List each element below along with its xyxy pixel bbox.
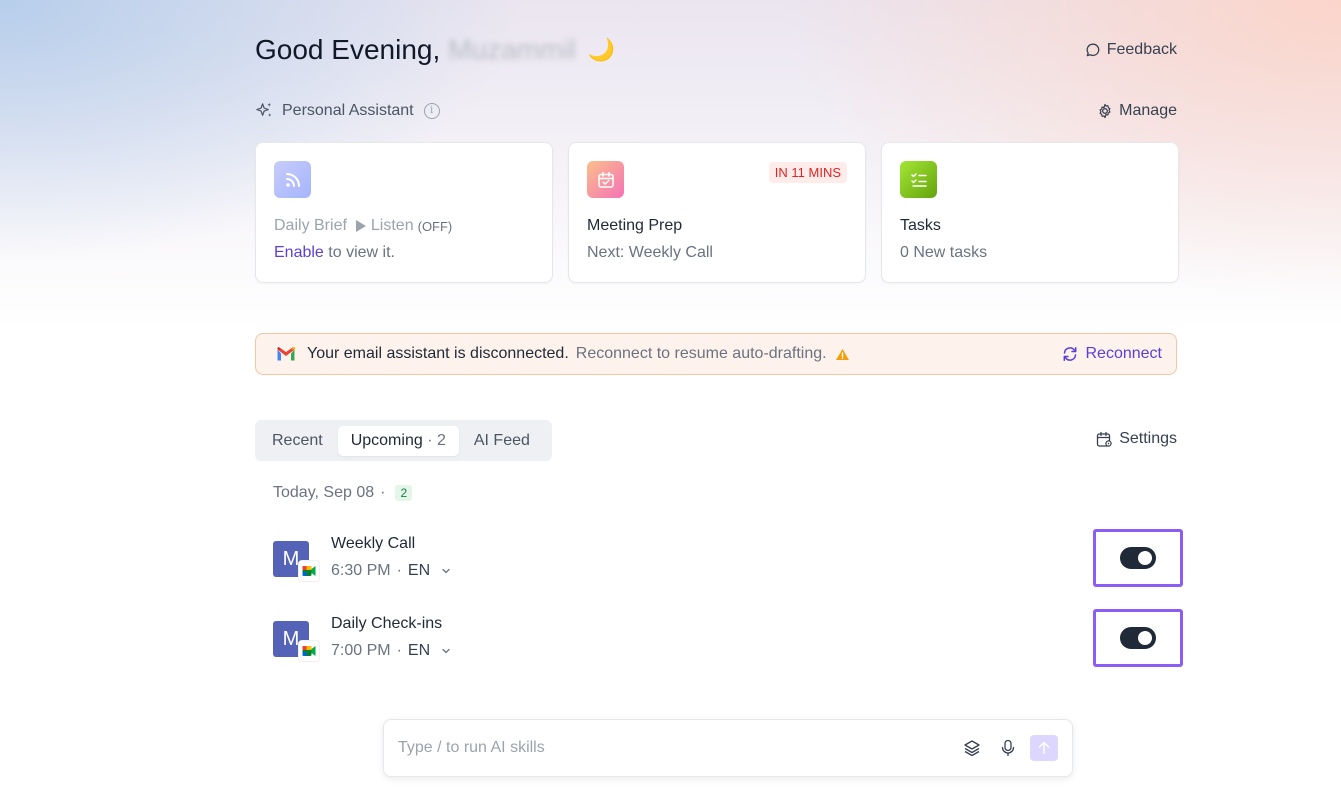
meeting-meta: 6:30 PM · EN [331,562,452,580]
arrow-up-icon [1038,741,1050,755]
tasks-title: Tasks [900,217,941,234]
moon-icon: 🌙 [587,37,616,62]
tab-upcoming-label: Upcoming [350,431,423,449]
feedback-button[interactable]: Feedback [1085,41,1177,59]
meeting-meta: 7:00 PM · EN [331,642,452,660]
meeting-prep-card[interactable]: IN 11 MINS Meeting Prep Next: Weekly Cal… [568,142,866,283]
language-selector[interactable]: EN [408,642,430,660]
time-until-badge: IN 11 MINS [768,162,847,183]
google-meet-icon [299,641,319,661]
listen-state: (OFF) [417,218,453,234]
chevron-down-icon[interactable] [440,565,452,577]
meeting-prep-title: Meeting Prep [587,217,683,234]
manage-button[interactable]: Manage [1097,102,1177,120]
user-name-blurred: Muzammil [448,34,576,65]
email-disconnected-alert: Your email assistant is disconnected. Re… [255,333,1177,375]
warning-icon [835,348,849,360]
daily-brief-title-row: Daily Brief Listen (OFF) [274,217,452,235]
alert-light-text: Reconnect to resume auto-drafting. [575,345,827,362]
google-meet-icon [299,561,319,581]
rss-icon [274,161,311,198]
feedback-label: Feedback [1106,41,1177,58]
play-icon [355,220,366,232]
chevron-down-icon[interactable] [440,645,452,657]
enable-link[interactable]: Enable [274,244,324,261]
ai-composer [383,719,1073,777]
toggle-highlight [1093,529,1183,587]
alert-strong-text: Your email assistant is disconnected. [307,345,569,362]
greeting-heading: Good Evening, Muzammil 🌙 [255,34,615,66]
daily-brief-card[interactable]: Daily Brief Listen (OFF) Enable to view … [255,142,553,283]
chat-bubble-icon [1086,43,1100,57]
info-icon[interactable]: i [423,102,440,119]
language-selector[interactable]: EN [408,562,430,580]
calendar-settings-icon [1097,431,1112,447]
meeting-title: Weekly Call [331,535,416,552]
refresh-icon [1063,347,1076,361]
meetings-tabs: Recent Upcoming · 2 AI Feed [255,420,552,461]
sparkles-icon [256,102,272,117]
meeting-prep-subtitle: Next: Weekly Call [587,244,713,261]
calendar-settings-button[interactable]: Settings [1096,430,1177,448]
ai-skills-input[interactable] [398,739,950,757]
meeting-time: 7:00 PM [331,642,391,659]
tab-recent[interactable]: Recent [259,426,336,456]
send-button[interactable] [1030,735,1058,761]
gear-icon [1099,103,1111,119]
listen-button[interactable]: Listen (OFF) [355,217,452,235]
microphone-icon [1001,739,1015,757]
date-label: Today, Sep 08 [273,484,375,501]
tab-ai-feed[interactable]: AI Feed [461,426,543,456]
toggle-highlight [1093,609,1183,667]
tasks-card[interactable]: Tasks 0 New tasks [881,142,1179,283]
meeting-row[interactable]: M Daily Check-ins 7:00 PM · EN [273,609,1183,669]
meeting-title: Daily Check-ins [331,615,443,632]
main-content: Good Evening, Muzammil 🌙 Feedback Person… [255,0,1183,795]
meta-dot: · [396,642,402,659]
tab-upcoming[interactable]: Upcoming · 2 [337,425,459,456]
meta-dot: · [396,562,402,579]
personal-assistant-header: Personal Assistant i [255,101,440,120]
recording-toggle[interactable] [1120,627,1156,649]
tab-upcoming-count: · 2 [427,431,446,449]
layers-icon [964,740,980,757]
microphone-button[interactable] [994,734,1022,762]
listen-label: Listen [370,217,414,234]
calendar-check-icon [587,161,624,198]
date-group-header: Today, Sep 08 · 2 [273,484,413,502]
gmail-icon [277,347,296,361]
personal-assistant-label: Personal Assistant [282,101,414,119]
reconnect-label: Reconnect [1085,345,1163,362]
daily-brief-title: Daily Brief [274,217,347,234]
daily-brief-subtitle: Enable to view it. [274,244,395,262]
meeting-time: 6:30 PM [331,562,391,579]
meeting-row[interactable]: M Weekly Call 6:30 PM · EN [273,529,1183,589]
reconnect-button[interactable]: Reconnect [1061,345,1163,363]
toggle-knob [1138,631,1152,645]
toggle-knob [1138,551,1152,565]
date-separator: · [380,484,386,501]
manage-label: Manage [1119,102,1177,119]
enable-rest-text: to view it. [328,244,395,261]
layers-button[interactable] [958,734,986,762]
meeting-count-badge: 2 [395,485,413,501]
tasks-subtitle: 0 New tasks [900,244,988,261]
greeting-text: Good Evening, [255,34,441,65]
assistant-cards: Daily Brief Listen (OFF) Enable to view … [255,142,1179,283]
settings-label: Settings [1119,430,1177,447]
recording-toggle[interactable] [1120,547,1156,569]
checklist-icon [900,161,937,198]
